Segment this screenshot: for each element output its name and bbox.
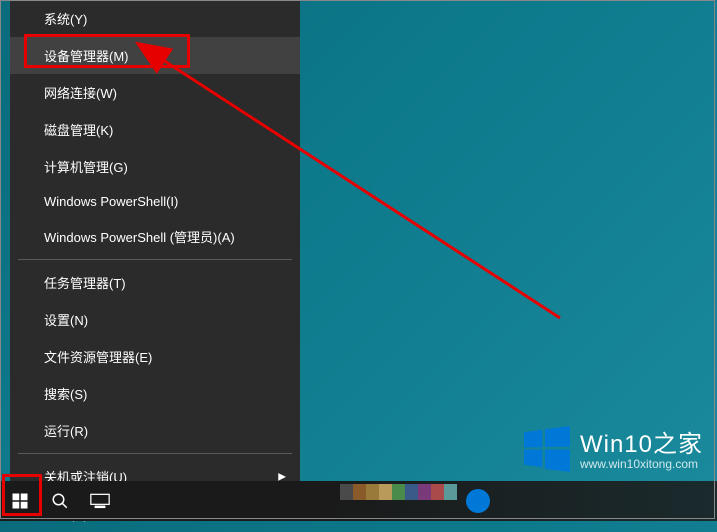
menu-item-system[interactable]: 系统(Y) bbox=[10, 0, 300, 37]
watermark-url: www.win10xitong.com bbox=[580, 458, 703, 471]
winx-context-menu: 系统(Y) 设备管理器(M) 网络连接(W) 磁盘管理(K) 计算机管理(G) … bbox=[10, 0, 300, 485]
watermark: Win10之家 www.win10xitong.com bbox=[524, 426, 703, 477]
menu-label: 计算机管理(G) bbox=[44, 160, 128, 175]
task-view-icon bbox=[90, 493, 110, 509]
menu-label: 网络连接(W) bbox=[44, 86, 117, 101]
menu-item-task-manager[interactable]: 任务管理器(T) bbox=[10, 264, 300, 301]
menu-label: 磁盘管理(K) bbox=[44, 123, 113, 138]
menu-label: 任务管理器(T) bbox=[44, 276, 126, 291]
search-button[interactable] bbox=[40, 481, 80, 521]
start-button[interactable] bbox=[0, 481, 40, 521]
watermark-title: Win10之家 bbox=[580, 432, 703, 458]
menu-item-computer-mgmt[interactable]: 计算机管理(G) bbox=[10, 148, 300, 185]
menu-label: 运行(R) bbox=[44, 424, 88, 439]
menu-item-powershell-admin[interactable]: Windows PowerShell (管理员)(A) bbox=[10, 218, 300, 255]
separator bbox=[18, 259, 292, 260]
windows-logo-icon bbox=[524, 426, 570, 477]
menu-label: Windows PowerShell (管理员)(A) bbox=[44, 230, 235, 245]
menu-item-explorer[interactable]: 文件资源管理器(E) bbox=[10, 338, 300, 375]
search-icon bbox=[51, 492, 69, 510]
menu-label: 系统(Y) bbox=[44, 12, 87, 27]
menu-item-settings[interactable]: 设置(N) bbox=[10, 301, 300, 338]
menu-item-search[interactable]: 搜索(S) bbox=[10, 375, 300, 412]
menu-label: 文件资源管理器(E) bbox=[44, 350, 152, 365]
menu-item-powershell[interactable]: Windows PowerShell(I) bbox=[10, 185, 300, 218]
windows-logo-icon bbox=[11, 492, 29, 510]
menu-item-network[interactable]: 网络连接(W) bbox=[10, 74, 300, 111]
separator bbox=[18, 453, 292, 454]
menu-label: 设备管理器(M) bbox=[44, 49, 129, 64]
menu-item-disk-mgmt[interactable]: 磁盘管理(K) bbox=[10, 111, 300, 148]
menu-item-device-manager[interactable]: 设备管理器(M) bbox=[10, 37, 300, 74]
menu-label: 设置(N) bbox=[44, 313, 88, 328]
taskbar-color-preview bbox=[340, 484, 457, 518]
task-view-button[interactable] bbox=[80, 481, 120, 521]
edge-icon[interactable] bbox=[466, 489, 490, 513]
menu-label: Windows PowerShell(I) bbox=[44, 194, 178, 209]
menu-label: 搜索(S) bbox=[44, 387, 87, 402]
menu-item-run[interactable]: 运行(R) bbox=[10, 412, 300, 449]
